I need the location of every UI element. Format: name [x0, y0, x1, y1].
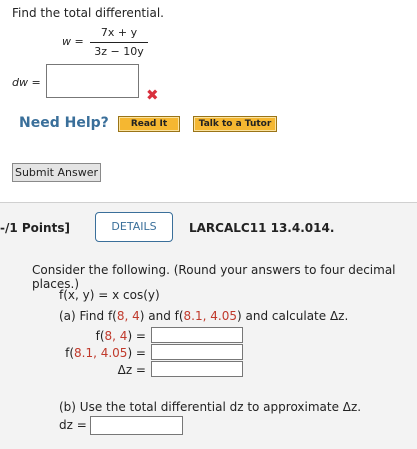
fraction-numerator: 7x + y	[100, 26, 138, 39]
delta-z-label: Δz =	[117, 363, 146, 377]
fraction-denominator: 3z − 10y	[94, 45, 144, 58]
problem-id: LARCALC11 13.4.014.	[189, 221, 335, 235]
w-label: w =	[62, 35, 84, 48]
fraction-bar	[90, 42, 148, 43]
f-8-4-input[interactable]	[151, 327, 243, 343]
read-it-button[interactable]: Read It	[118, 116, 180, 132]
part-a-prompt: (a) Find f(8, 4) and f(8.1, 4.05) and ca…	[59, 309, 349, 323]
part-b-prompt: (b) Use the total differential dz to app…	[59, 400, 362, 414]
need-help-label: Need Help?	[19, 115, 109, 131]
point-2-value: 8.1, 4.05	[183, 309, 237, 323]
dz-input[interactable]	[90, 416, 183, 435]
function-definition: w = 7x + y 3z − 10y	[62, 26, 162, 60]
problem2-instruction: Consider the following. (Round your answ…	[32, 263, 396, 291]
f-8-4-label: f(8, 4) =	[95, 329, 146, 343]
f-8-1-4-05-label: f(8.1, 4.05) =	[65, 346, 146, 360]
f-8-1-4-05-input[interactable]	[151, 344, 243, 360]
incorrect-icon: ✖	[146, 86, 159, 104]
delta-z-input[interactable]	[151, 361, 243, 377]
function-expression: f(x, y) = x cos(y)	[59, 288, 160, 302]
submit-answer-button[interactable]: Submit Answer	[12, 163, 101, 182]
points-label: -/1 Points]	[0, 221, 70, 235]
point-1-value: 8, 4	[116, 309, 140, 323]
talk-to-tutor-button[interactable]: Talk to a Tutor	[193, 116, 277, 132]
dw-label: dw =	[12, 76, 41, 89]
details-button[interactable]: DETAILS	[95, 212, 173, 242]
dw-answer-input[interactable]	[46, 64, 139, 98]
dz-label: dz =	[59, 418, 87, 432]
problem-instruction: Find the total differential.	[12, 6, 164, 20]
